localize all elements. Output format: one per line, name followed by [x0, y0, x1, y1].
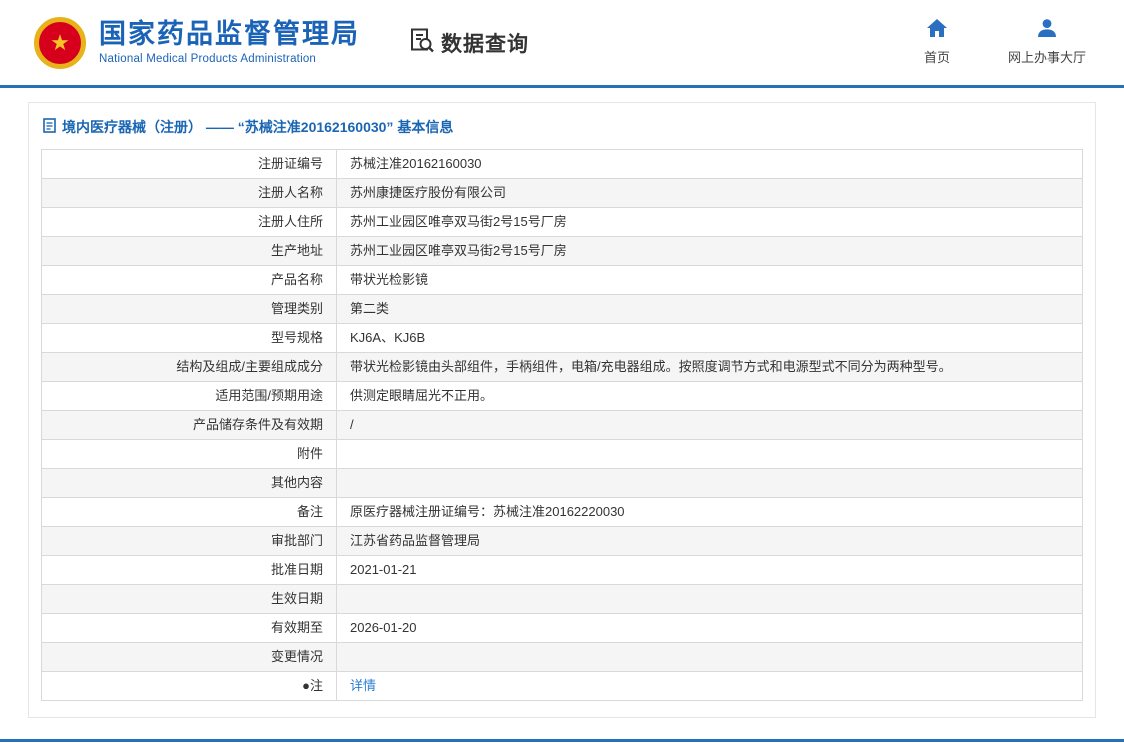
- page-title-text: 境内医疗器械（注册） —— “苏械注准20162160030” 基本信息: [62, 119, 454, 135]
- row-label: 生效日期: [41, 584, 337, 614]
- row-label: ●注: [41, 671, 337, 701]
- table-row: 生效日期: [41, 584, 1083, 614]
- person-icon: [1037, 19, 1057, 42]
- row-label: 生产地址: [41, 236, 337, 266]
- row-value: [336, 439, 1083, 469]
- nav-home-label: 首页: [923, 50, 950, 65]
- org-name-cn: 国家药品监督管理局: [99, 19, 360, 50]
- table-row: 备注 原医疗器械注册证编号：苏械注准20162220030: [41, 497, 1083, 527]
- row-label: 其他内容: [41, 468, 337, 498]
- footer-divider: [0, 739, 1124, 742]
- row-label: 批准日期: [41, 555, 337, 585]
- header: ★ 国家药品监督管理局 National Medical Products Ad…: [0, 0, 1124, 88]
- row-value: 江苏省药品监督管理局: [336, 526, 1083, 556]
- row-value: 苏械注准20162160030: [336, 149, 1083, 179]
- row-label: 管理类别: [41, 294, 337, 324]
- nav-item-home[interactable]: 首页: [924, 19, 950, 66]
- table-row: 型号规格 KJ6A、KJ6B: [41, 323, 1083, 353]
- info-table: 注册证编号 苏械注准20162160030 注册人名称 苏州康捷医疗股份有限公司 注册人…: [41, 149, 1083, 701]
- row-value: [336, 584, 1083, 614]
- table-row: 管理类别 第二类: [41, 294, 1083, 324]
- table-row: 注册人名称 苏州康捷医疗股份有限公司: [41, 178, 1083, 208]
- org-name-en: National Medical Products Administration: [99, 52, 317, 65]
- row-value: 第二类: [336, 294, 1083, 324]
- table-row: 注册证编号 苏械注准20162160030: [41, 149, 1083, 179]
- row-label: 备注: [41, 497, 337, 527]
- row-value: 苏州康捷医疗股份有限公司: [336, 178, 1083, 208]
- national-emblem-icon: ★: [34, 16, 86, 69]
- top-nav: 首页 网上办事大厅: [924, 19, 1086, 66]
- row-value: 2021-01-21: [336, 555, 1083, 585]
- row-label: 注册证编号: [41, 149, 337, 179]
- detail-link[interactable]: 详情: [350, 678, 376, 693]
- table-row: 审批部门 江苏省药品监督管理局: [41, 526, 1083, 556]
- row-label: 附件: [41, 439, 337, 469]
- row-value: KJ6A、KJ6B: [336, 323, 1083, 353]
- row-value: 带状光检影镜由头部组件，手柄组件，电箱/充电器组成。按照度调节方式和电源型式不同…: [336, 352, 1083, 382]
- row-label: 结构及组成/主要组成成分: [41, 352, 337, 382]
- table-row: 结构及组成/主要组成成分 带状光检影镜由头部组件，手柄组件，电箱/充电器组成。按照…: [41, 352, 1083, 382]
- table-row: ●注 详情: [41, 671, 1083, 701]
- nav-hall-label: 网上办事大厅: [1007, 50, 1086, 65]
- row-label: 有效期至: [41, 613, 337, 643]
- nav-item-service-hall[interactable]: 网上办事大厅: [1008, 19, 1086, 66]
- table-row: 批准日期 2021-01-21: [41, 555, 1083, 585]
- table-row: 适用范围/预期用途 供测定眼睛屈光不正用。: [41, 381, 1083, 411]
- row-value: 原医疗器械注册证编号：苏械注准20162220030: [336, 497, 1083, 527]
- table-row: 产品储存条件及有效期 /: [41, 410, 1083, 440]
- table-row: 产品名称 带状光检影镜: [41, 265, 1083, 295]
- table-row: 注册人住所 苏州工业园区唯亭双马街2号15号厂房: [41, 207, 1083, 237]
- home-icon: [926, 19, 947, 42]
- table-row: 有效期至 2026-01-20: [41, 613, 1083, 643]
- row-value: 苏州工业园区唯亭双马街2号15号厂房: [336, 207, 1083, 237]
- row-value: 供测定眼睛屈光不正用。: [336, 381, 1083, 411]
- row-label: 注册人住所: [41, 207, 337, 237]
- row-value: 2026-01-20: [336, 613, 1083, 643]
- data-query-nav[interactable]: 数据查询: [408, 27, 529, 59]
- table-row: 附件: [41, 439, 1083, 469]
- document-search-icon: [408, 27, 435, 59]
- table-row: 生产地址 苏州工业园区唯亭双马街2号15号厂房: [41, 236, 1083, 266]
- row-value: [336, 468, 1083, 498]
- row-value: 苏州工业园区唯亭双马街2号15号厂房: [336, 236, 1083, 266]
- table-row: 变更情况: [41, 642, 1083, 672]
- row-value: [336, 642, 1083, 672]
- row-label: 审批部门: [41, 526, 337, 556]
- table-row: 其他内容: [41, 468, 1083, 498]
- row-value: 带状光检影镜: [336, 265, 1083, 295]
- content-box: 境内医疗器械（注册） —— “苏械注准20162160030” 基本信息 注册证…: [28, 102, 1096, 718]
- row-label: 产品储存条件及有效期: [41, 410, 337, 440]
- row-label: 变更情况: [41, 642, 337, 672]
- row-label: 产品名称: [41, 265, 337, 295]
- data-query-label: 数据查询: [441, 32, 529, 56]
- row-value: /: [336, 410, 1083, 440]
- info-table-body: 注册证编号 苏械注准20162160030 注册人名称 苏州康捷医疗股份有限公司 注册人…: [41, 149, 1083, 701]
- page-title: 境内医疗器械（注册） —— “苏械注准20162160030” 基本信息: [41, 115, 1083, 149]
- document-icon: [43, 118, 56, 136]
- row-value: 详情: [336, 671, 1083, 701]
- row-label: 型号规格: [41, 323, 337, 353]
- row-label: 注册人名称: [41, 178, 337, 208]
- org-name-block: 国家药品监督管理局 National Medical Products Admi…: [99, 19, 360, 65]
- row-label: 适用范围/预期用途: [41, 381, 337, 411]
